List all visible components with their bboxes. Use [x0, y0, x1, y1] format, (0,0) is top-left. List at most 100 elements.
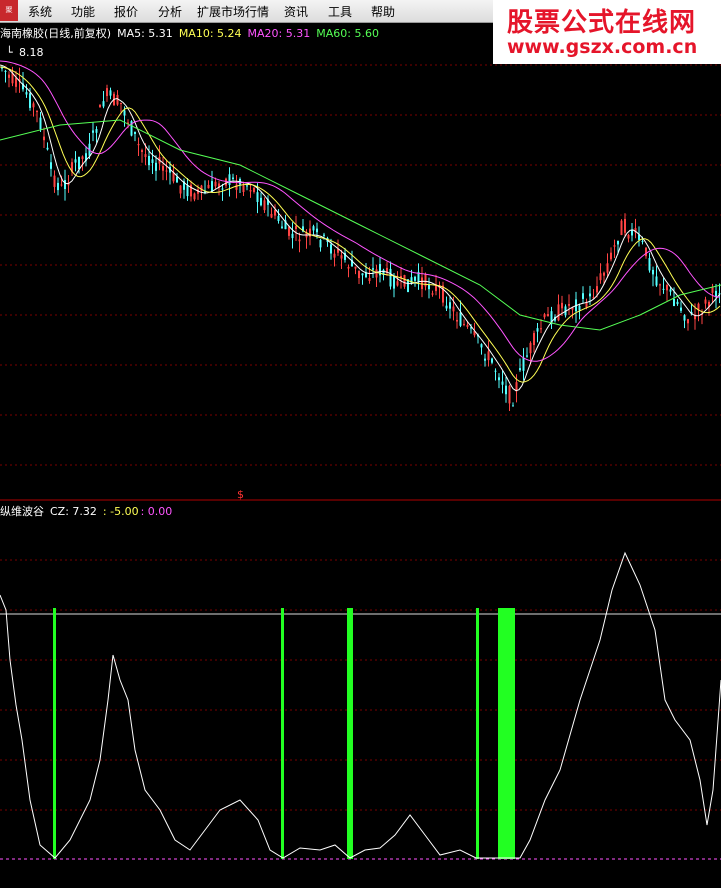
candle-body: [536, 328, 539, 332]
candle-body: [403, 275, 406, 287]
candle-body: [312, 226, 315, 231]
candle-body: [151, 159, 154, 164]
candle-body: [207, 184, 210, 189]
candle-body: [232, 177, 234, 179]
candle-body: [463, 323, 465, 325]
candle-body: [39, 117, 42, 130]
high-price-label: 8.18: [19, 46, 44, 59]
candle-body: [501, 381, 504, 385]
candle-body: [505, 385, 507, 395]
candle-body: [361, 273, 364, 276]
candle-body: [613, 245, 616, 247]
candle-body: [421, 277, 423, 290]
ma5-value: MA5: 5.31: [117, 27, 173, 40]
candle-body: [323, 234, 325, 236]
signal-bar: [498, 608, 515, 859]
candle-body: [67, 183, 70, 186]
candle-body: [606, 263, 609, 273]
candle-body: [641, 241, 644, 243]
candle-body: [141, 150, 143, 153]
candle-body: [36, 111, 38, 113]
candle-body: [494, 370, 497, 372]
candle-body: [260, 197, 262, 206]
candle-body: [193, 193, 196, 200]
signal-bars: [53, 608, 515, 859]
candle-body: [274, 210, 276, 216]
candle-body: [148, 156, 150, 166]
candle-body: [228, 174, 231, 185]
candle-body: [603, 272, 605, 276]
candle-body: [263, 200, 266, 211]
signal-bar: [476, 608, 479, 859]
candle-body: [162, 166, 164, 171]
candle-body: [480, 344, 483, 348]
candle-body: [242, 185, 245, 193]
candle-body: [134, 131, 136, 134]
candle-body: [53, 175, 56, 187]
candle-body: [43, 136, 45, 141]
candle-body: [102, 101, 105, 107]
candle-body: [676, 301, 679, 305]
candle-body: [333, 253, 336, 258]
candle-body: [704, 299, 707, 304]
candle-body: [519, 368, 521, 371]
stock-name-label: 海南橡胶(日线,前复权): [0, 27, 112, 40]
candle-body: [81, 156, 84, 160]
candle-body: [582, 293, 584, 299]
candle-body: [29, 93, 31, 108]
candle-body: [547, 314, 549, 317]
candle-body: [211, 181, 213, 192]
candle-body: [74, 159, 77, 163]
candle-body: [319, 239, 322, 248]
cz-value: CZ: 7.32: [50, 505, 97, 518]
candle-body: [389, 268, 392, 287]
candle-body: [144, 154, 147, 158]
candle-body: [543, 314, 546, 318]
candle-body: [137, 144, 140, 146]
lower-bound-value: : -5.00: [102, 505, 139, 518]
ma20-value: MA20: 5.31: [247, 27, 311, 40]
candle-body: [680, 307, 682, 311]
ma60-value: MA60: 5.60: [316, 27, 379, 40]
candle-body: [375, 269, 378, 278]
chart-canvas[interactable]: $ └ 8.18: [0, 0, 721, 888]
grid-lines: [0, 64, 721, 860]
candlestick-series: [1, 65, 721, 412]
candle-body: [235, 184, 238, 190]
candle-body: [165, 170, 168, 172]
oscillator-path: [0, 551, 721, 859]
candle-body: [288, 226, 290, 236]
candle-body: [176, 176, 178, 183]
candle-body: [596, 286, 598, 293]
candle-body: [8, 74, 10, 78]
candle-body: [57, 182, 59, 191]
candle-body: [522, 357, 525, 371]
candle-body: [484, 358, 486, 361]
candle-body: [50, 162, 52, 169]
candle-body: [225, 178, 227, 186]
candle-body: [687, 319, 689, 324]
candle-body: [491, 358, 493, 363]
zero-line-value: : 0.00: [140, 505, 173, 518]
candle-body: [295, 226, 297, 230]
signal-bar: [347, 608, 353, 859]
candle-body: [452, 306, 455, 312]
candle-body: [557, 304, 560, 321]
candle-body: [253, 187, 255, 192]
candle-body: [711, 286, 714, 293]
candle-body: [669, 289, 672, 292]
candle-body: [354, 266, 357, 269]
candle-body: [529, 342, 532, 354]
signal-bar: [53, 608, 56, 859]
candle-body: [445, 305, 448, 309]
candle-body: [498, 377, 500, 381]
ma5-line: [0, 64, 721, 392]
main-legend: 海南橡胶(日线,前复权) MA5: 5.31 MA10: 5.24 MA20: 5.3…: [0, 25, 385, 41]
sub-legend: 纵维波谷 CZ: 7.32 : -5.00: 0.00: [0, 503, 178, 519]
candle-body: [662, 288, 665, 290]
candle-body: [428, 284, 430, 290]
candle-body: [673, 298, 675, 307]
candle-body: [309, 228, 311, 237]
high-price-arrow-icon: └: [6, 45, 13, 59]
indicator-name-label: 纵维波谷: [0, 505, 44, 518]
